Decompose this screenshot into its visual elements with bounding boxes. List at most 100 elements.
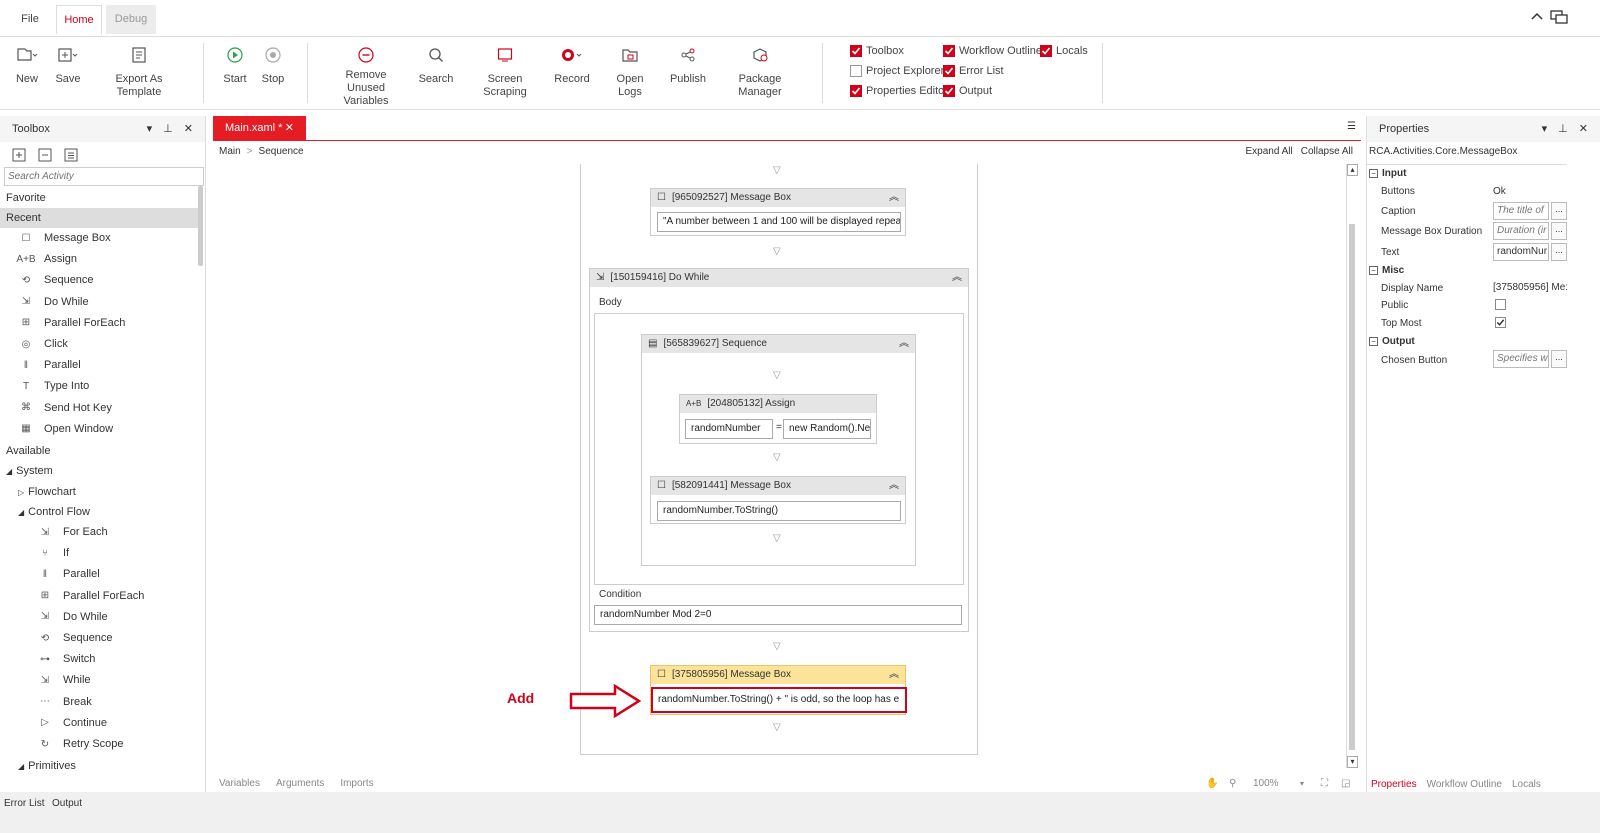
message-box-3-text-field[interactable]: randomNumber.ToString() + " is odd, so t…	[651, 687, 907, 713]
screen-scraping-button[interactable]: Screen Scraping	[466, 43, 544, 99]
tree-primitives[interactable]: ◢ Primitives	[18, 757, 76, 775]
prop-display-name-value[interactable]: [375805956] Me:	[1493, 282, 1567, 293]
message-box-1[interactable]: ☐ [965092527] Message Box ︽ "A number be…	[650, 188, 906, 236]
prop-top-most-checkbox[interactable]	[1495, 317, 1506, 328]
drop-target-icon[interactable]: ▽	[773, 370, 781, 381]
collapse-icon[interactable]: ︽	[889, 189, 899, 207]
doc-tab-main[interactable]: Main.xaml * ✕	[213, 116, 306, 140]
toggle-error-list[interactable]: Error List	[943, 65, 1004, 77]
tab-file[interactable]: File	[8, 5, 52, 34]
inner-sequence[interactable]: ▤ [565839627] Sequence ︽	[641, 334, 916, 566]
section-input[interactable]: − Input	[1369, 168, 1406, 179]
new-button[interactable]: New	[10, 43, 44, 86]
toggle-locals[interactable]: Locals	[1040, 45, 1088, 57]
message-box-2[interactable]: ☐ [582091441] Message Box ︽ randomNumber…	[650, 476, 906, 524]
toolbox-item[interactable]: ǁ Parallel	[18, 356, 81, 374]
collapse-ribbon-icon[interactable]	[1530, 10, 1544, 24]
tree-flowchart[interactable]: ▷ Flowchart	[18, 483, 76, 501]
prop-duration-input[interactable]: Duration (ir	[1493, 222, 1549, 240]
expand-all-icon[interactable]	[12, 148, 26, 162]
toolbox-item[interactable]: ⌘ Send Hot Key	[18, 399, 112, 417]
toggle-properties-editor[interactable]: Properties Editor	[850, 85, 948, 97]
search-button[interactable]: Search	[416, 43, 456, 86]
favorite-section[interactable]: Favorite	[6, 189, 46, 207]
panel-controls[interactable]: ▾ ⊥ ✕	[147, 116, 197, 142]
output-tab[interactable]: Output	[52, 798, 82, 809]
close-tab-icon[interactable]: ✕	[285, 116, 294, 140]
toolbox-item[interactable]: ⇲ While	[37, 671, 91, 689]
assign-to-field[interactable]: randomNumber	[685, 419, 773, 439]
toolbox-item[interactable]: ▷ Continue	[37, 714, 107, 732]
toolbox-item[interactable]: A+B Assign	[16, 250, 77, 268]
arguments-tab[interactable]: Arguments	[276, 778, 324, 789]
feedback-icon[interactable]	[1550, 10, 1568, 26]
tab-locals[interactable]: Locals	[1512, 779, 1541, 790]
list-view-icon[interactable]	[64, 148, 78, 162]
toolbox-item[interactable]: ⇲ Do While	[18, 293, 89, 311]
search-activity-input[interactable]	[4, 167, 204, 186]
message-box-2-text-field[interactable]: randomNumber.ToString()	[657, 501, 901, 521]
toolbox-item[interactable]: T Type Into	[18, 377, 89, 395]
toolbox-item[interactable]: ⟲ Sequence	[18, 271, 94, 289]
assign-activity[interactable]: A+B [204805132] Assign randomNumber = ne…	[679, 394, 877, 444]
tab-home[interactable]: Home	[56, 5, 102, 34]
toolbox-item[interactable]: ǁ Parallel	[37, 565, 100, 583]
breadcrumb-sequence[interactable]: Sequence	[259, 146, 304, 157]
prop-buttons-value[interactable]: Ok	[1493, 186, 1506, 197]
prop-chosen-button-input[interactable]: Specifies wh	[1493, 350, 1549, 368]
open-logs-button[interactable]: Open Logs	[604, 43, 656, 99]
drop-target-icon[interactable]: ▽	[773, 641, 781, 652]
breadcrumb-main[interactable]: Main	[219, 146, 241, 157]
drop-target-icon[interactable]: ▽	[773, 165, 781, 176]
toggle-toolbox[interactable]: Toolbox	[850, 45, 904, 57]
collapse-icon[interactable]: ︽	[889, 477, 899, 495]
condition-field[interactable]: randomNumber Mod 2=0	[594, 605, 962, 625]
collapse-icon[interactable]: ︽	[952, 269, 962, 287]
drop-target-icon[interactable]: ▽	[773, 452, 781, 463]
publish-button[interactable]: Publish	[668, 43, 708, 86]
toolbox-item[interactable]: ◎ Click	[18, 335, 68, 353]
prop-text-input[interactable]: randomNur	[1493, 243, 1549, 261]
designer-scroll-thumb[interactable]	[1349, 224, 1355, 750]
collapse-all-link[interactable]: Collapse All	[1301, 146, 1353, 157]
prop-public-checkbox[interactable]	[1495, 299, 1506, 310]
drop-target-icon[interactable]: ▽	[773, 722, 781, 733]
toolbox-item[interactable]: ⊞ Parallel ForEach	[37, 587, 145, 605]
scroll-down-icon[interactable]: ▾	[1347, 756, 1358, 768]
toggle-project-explorer[interactable]: Project Explorer	[850, 65, 944, 77]
toolbox-item[interactable]: ☐ Message Box	[18, 229, 111, 247]
fit-to-screen-icon[interactable]: ⛶	[1321, 778, 1328, 789]
message-box-1-text-field[interactable]: "A number between 1 and 100 will be disp…	[657, 212, 901, 232]
zoom-dropdown-icon[interactable]: ▾	[1300, 779, 1304, 788]
recent-section[interactable]: Recent	[0, 208, 198, 228]
collapse-icon[interactable]: ︽	[889, 666, 899, 684]
overview-icon[interactable]: ◲	[1341, 778, 1350, 789]
zoom-icon[interactable]: ⚲	[1229, 778, 1236, 789]
assign-value-field[interactable]: new Random().Ne:	[783, 419, 871, 439]
save-button[interactable]: Save	[52, 43, 84, 86]
prop-text-ellipsis-button[interactable]: ...	[1551, 243, 1567, 261]
toolbox-item[interactable]: ▦ Open Window	[18, 420, 113, 438]
prop-chosen-button-ellipsis-button[interactable]: ...	[1551, 350, 1567, 368]
tree-control-flow[interactable]: ◢ Control Flow	[18, 503, 90, 521]
toolbox-item[interactable]: ⊞ Parallel ForEach	[18, 314, 126, 332]
drop-target-icon[interactable]: ▽	[773, 533, 781, 544]
export-template-button[interactable]: Export As Template	[94, 43, 184, 99]
zoom-level[interactable]: 100%	[1253, 778, 1279, 789]
toolbox-item[interactable]: ⟲ Sequence	[37, 629, 113, 647]
tab-menu-icon[interactable]: ☰	[1347, 121, 1356, 132]
prop-caption-input[interactable]: The title of	[1493, 202, 1549, 220]
toolbox-item[interactable]: ⇲ For Each	[37, 523, 108, 541]
toggle-output[interactable]: Output	[943, 85, 992, 97]
stop-button[interactable]: Stop	[258, 43, 288, 86]
remove-unused-variables-button[interactable]: Remove Unused Variables	[326, 43, 406, 108]
package-manager-button[interactable]: Package Manager	[720, 43, 800, 99]
section-output[interactable]: − Output	[1369, 336, 1415, 347]
toolbox-scrollbar[interactable]	[198, 186, 203, 266]
section-misc[interactable]: − Misc	[1369, 265, 1404, 276]
toolbox-item[interactable]: ⑂ If	[37, 544, 69, 562]
collapse-all-icon[interactable]	[38, 148, 52, 162]
collapse-icon[interactable]: ︽	[899, 335, 909, 353]
tab-debug[interactable]: Debug	[106, 5, 156, 34]
available-section[interactable]: Available	[6, 442, 50, 460]
